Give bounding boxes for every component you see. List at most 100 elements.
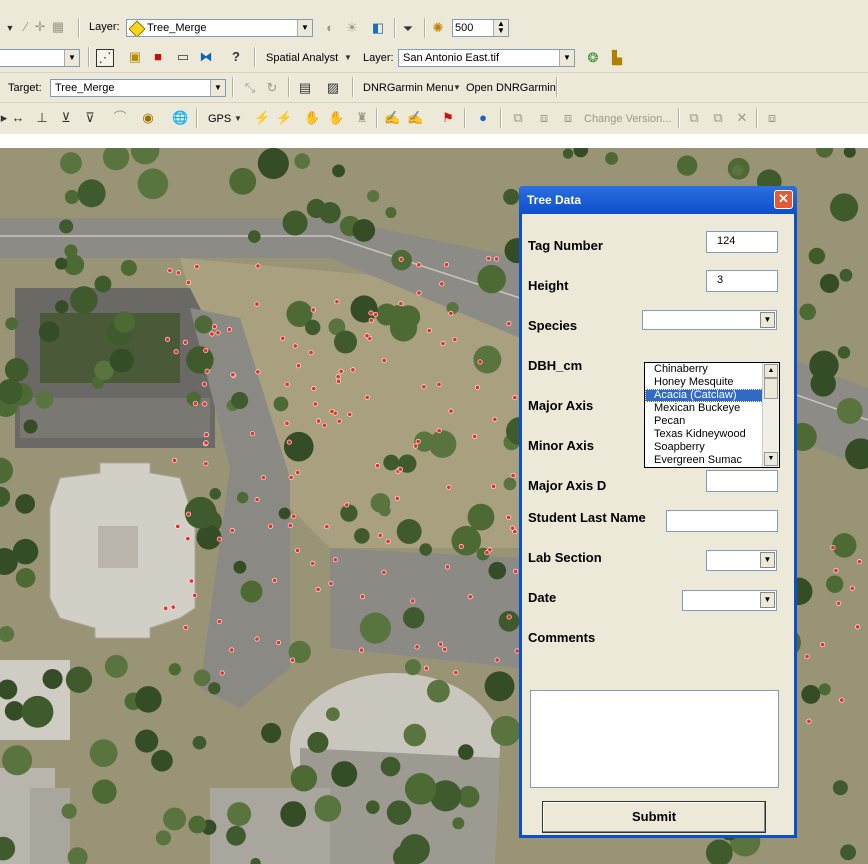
tree-point-marker[interactable]	[211, 324, 217, 330]
tree-point-marker[interactable]	[421, 384, 427, 390]
add-data-icon[interactable]: ▣	[127, 49, 143, 65]
version-add-icon[interactable]: ⧈	[536, 110, 552, 126]
chevron-down-icon[interactable]: ▼	[230, 111, 246, 127]
pan-arrows-icon[interactable]: ↔	[10, 110, 26, 126]
tree-point-marker[interactable]	[440, 341, 446, 347]
tree-point-marker[interactable]	[360, 594, 366, 600]
contour-icon[interactable]: ❂	[585, 50, 601, 66]
split-tool-icon[interactable]: ⤡	[242, 80, 258, 96]
tree-point-marker[interactable]	[506, 514, 512, 520]
tree-point-marker[interactable]	[288, 474, 294, 480]
scroll-down-icon[interactable]: ▼	[764, 452, 778, 466]
tree-point-marker[interactable]	[290, 657, 296, 663]
species-option[interactable]: Texas Kidneywood	[645, 428, 779, 441]
tree-point-marker[interactable]	[284, 381, 290, 387]
tree-point-marker[interactable]	[448, 408, 454, 414]
arctoolbox-icon[interactable]: ■	[150, 49, 166, 65]
tree-point-marker[interactable]	[276, 640, 282, 646]
reconcile-icon[interactable]: ⧉	[686, 110, 702, 126]
dropdown-arrow-icon[interactable]: ▼	[2, 20, 18, 36]
tree-point-marker[interactable]	[287, 522, 293, 528]
species-dropdown-list[interactable]: Chinaberry Honey Mesquite Acacia (Catclaw)…	[644, 362, 780, 468]
tree-point-marker[interactable]	[203, 440, 209, 446]
tree-point-marker[interactable]	[381, 357, 387, 363]
gps-line-icon[interactable]: ⊻	[58, 110, 74, 126]
tree-point-marker[interactable]	[284, 420, 290, 426]
histogram-icon[interactable]: ▙	[609, 50, 625, 66]
tree-point-marker[interactable]	[338, 368, 344, 374]
tree-point-marker[interactable]	[423, 665, 429, 671]
tree-point-marker[interactable]	[192, 400, 198, 406]
flag-icon[interactable]: ⚑	[440, 110, 456, 126]
tree-point-marker[interactable]	[328, 580, 334, 586]
student-last-name-field[interactable]	[666, 510, 778, 532]
tree-point-marker[interactable]	[344, 502, 350, 508]
scroll-up-icon[interactable]: ▲	[764, 364, 778, 378]
tree-point-marker[interactable]	[249, 431, 255, 437]
swipe-icon[interactable]: ⏷	[400, 21, 416, 37]
tree-point-marker[interactable]	[230, 372, 236, 378]
tree-point-marker[interactable]	[216, 536, 222, 542]
gps-point-icon[interactable]: ⊥	[34, 110, 50, 126]
contrast-icon[interactable]: ◧	[370, 20, 386, 36]
layer-combo[interactable]: Tree_Merge ▼	[126, 19, 313, 37]
tree-point-marker[interactable]	[484, 550, 490, 556]
tree-point-marker[interactable]	[414, 644, 420, 650]
tree-point-marker[interactable]	[329, 408, 335, 414]
tree-point-marker[interactable]	[364, 394, 370, 400]
target-combo[interactable]: Tree_Merge ▼	[50, 79, 226, 97]
major-axis-d-field[interactable]	[706, 470, 778, 492]
tree-point-marker[interactable]	[398, 256, 404, 262]
scrollbar[interactable]: ▲ ▼	[762, 363, 779, 467]
tree-point-marker[interactable]	[280, 335, 286, 341]
species-dropdown[interactable]: ▼	[642, 310, 777, 330]
tree-point-marker[interactable]	[335, 378, 341, 384]
tree-point-marker[interactable]	[170, 604, 176, 610]
tree-point-marker[interactable]	[374, 463, 380, 469]
species-option[interactable]: Chinaberry	[645, 363, 779, 376]
tree-point-marker[interactable]	[438, 641, 444, 647]
tree-point-marker[interactable]	[292, 343, 298, 349]
chevron-down-icon[interactable]: ▼	[297, 20, 312, 36]
tree-point-marker[interactable]	[416, 262, 422, 268]
tree-point-marker[interactable]	[188, 578, 194, 584]
rotate-tool-icon[interactable]: ↻	[264, 80, 280, 96]
tree-point-marker[interactable]	[491, 483, 497, 489]
version-icon[interactable]: ⧉	[510, 110, 526, 126]
tree-point-marker[interactable]	[445, 564, 451, 570]
tree-point-marker[interactable]	[312, 401, 318, 407]
spatial-analyst-menu[interactable]: Spatial Analyst	[266, 52, 338, 64]
tree-point-marker[interactable]	[506, 321, 512, 327]
tree-point-marker[interactable]	[494, 256, 500, 262]
tree-point-marker[interactable]	[446, 484, 452, 490]
tree-point-marker[interactable]	[849, 585, 855, 591]
tree-point-marker[interactable]	[255, 263, 261, 269]
tree-point-marker[interactable]	[413, 443, 419, 449]
tree-point-marker[interactable]	[452, 336, 458, 342]
gps-polygon-icon[interactable]: ⊽	[82, 110, 98, 126]
tree-point-marker[interactable]	[506, 614, 512, 620]
bell-icon[interactable]: ♜	[354, 110, 370, 126]
tree-point-marker[interactable]	[472, 433, 478, 439]
chevron-down-icon[interactable]: ▼	[340, 50, 356, 66]
tree-point-marker[interactable]	[310, 307, 316, 313]
species-option[interactable]: Pecan	[645, 415, 779, 428]
date-dropdown[interactable]: ▼	[682, 590, 777, 611]
tree-point-marker[interactable]	[295, 363, 301, 369]
species-option[interactable]: Acacia (Catclaw)	[645, 389, 779, 402]
delete-version-icon[interactable]: ✕	[734, 110, 750, 126]
tree-point-marker[interactable]	[322, 422, 328, 428]
tree-point-marker[interactable]	[175, 523, 181, 529]
tree-point-marker[interactable]	[442, 646, 448, 652]
tree-point-marker[interactable]	[350, 367, 356, 373]
tree-point-marker[interactable]	[194, 264, 200, 270]
tree-point-marker[interactable]	[254, 301, 260, 307]
tree-point-marker[interactable]	[394, 495, 400, 501]
sphere-icon[interactable]: ●	[475, 110, 491, 126]
tree-point-marker[interactable]	[836, 600, 842, 606]
tree-point-marker[interactable]	[254, 636, 260, 642]
tree-point-marker[interactable]	[336, 418, 342, 424]
tree-point-marker[interactable]	[226, 327, 232, 333]
lab-section-dropdown[interactable]: ▼	[706, 550, 777, 571]
tree-point-marker[interactable]	[347, 411, 353, 417]
